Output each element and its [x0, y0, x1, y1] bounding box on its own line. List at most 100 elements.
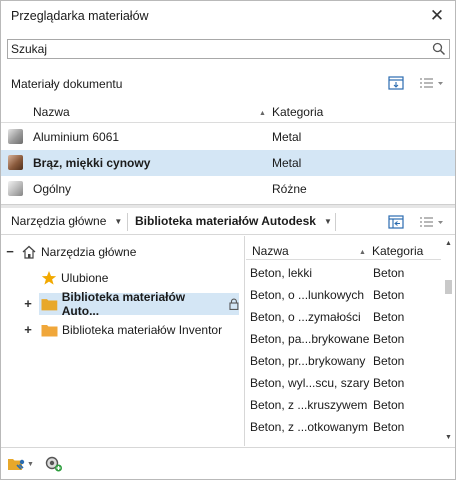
library-tree: − Narzędzia główne Ulubione + Biblioteka…	[1, 236, 245, 446]
column-header-name[interactable]: Nazwa	[252, 244, 289, 258]
manage-library-button[interactable]: ▼	[7, 456, 34, 472]
library-tools	[385, 213, 447, 231]
material-name: Beton, pr...brykowany	[250, 354, 366, 368]
tree-item-label: Biblioteka materiałów Auto...	[61, 290, 186, 318]
tree-item-inventor-library[interactable]: Biblioteka materiałów Inventor	[41, 319, 222, 341]
view-toggle-button[interactable]	[385, 74, 407, 92]
library-list-options-button[interactable]	[417, 213, 447, 231]
toolbar-divider	[127, 213, 128, 231]
window-title: Przeglądarka materiałów	[11, 9, 149, 23]
material-swatch-icon	[8, 155, 23, 170]
library-material-row[interactable]: Beton, z ...kruszywem Beton	[246, 394, 441, 416]
material-category: Beton	[373, 376, 405, 390]
column-header-category[interactable]: ▲ Kategoria	[359, 244, 423, 258]
folder-icon	[41, 299, 58, 311]
column-header-category-label: Kategoria	[271, 105, 324, 119]
library-material-row[interactable]: Beton, o ...lunkowych Beton	[246, 284, 441, 306]
folder-add-icon	[8, 459, 25, 470]
list-options-icon	[420, 217, 443, 227]
library-material-row[interactable]: Beton, z ...otkowanym Beton	[246, 416, 441, 438]
list-options-icon	[420, 78, 443, 88]
document-material-row[interactable]: Aluminium 6061 Metal	[1, 124, 455, 150]
document-material-row[interactable]: Brąz, miękki cynowy Metal	[1, 150, 455, 176]
library-material-row[interactable]: Beton, wyl...scu, szary Beton	[246, 372, 441, 394]
toolbar-divider	[335, 213, 336, 231]
new-material-icon	[45, 456, 62, 472]
close-button[interactable]: ✕	[427, 6, 447, 26]
scroll-down-icon[interactable]: ▼	[442, 432, 455, 444]
library-dropdown[interactable]: Biblioteka materiałów Autodesk ▼	[135, 214, 332, 228]
column-header-category-label: Kategoria	[371, 244, 424, 258]
expand-toggle[interactable]: +	[23, 296, 33, 311]
material-browser-window: Przeglądarka materiałów ✕ Materiały doku…	[0, 0, 456, 480]
material-category: Beton	[373, 310, 405, 324]
library-table-header: Nazwa ▲ Kategoria	[246, 236, 441, 260]
material-name: Beton, o ...lunkowych	[250, 288, 365, 302]
folder-icon	[41, 325, 58, 337]
scroll-up-icon[interactable]: ▲	[442, 238, 455, 250]
material-name: Beton, o ...zymałości	[250, 310, 361, 324]
panel-view-icon	[388, 76, 404, 90]
home-dropdown-label: Narzędzia główne	[11, 214, 107, 228]
home-icon	[22, 245, 36, 259]
expand-toggle[interactable]: +	[23, 322, 33, 337]
column-header-category[interactable]: ▲ Kategoria	[259, 105, 323, 119]
material-category: Metal	[272, 156, 302, 170]
material-name: Ogólny	[33, 182, 72, 196]
library-toolbar: Narzędzia główne ▼ Biblioteka materiałów…	[1, 209, 455, 235]
chevron-down-icon: ▼	[27, 460, 34, 468]
tree-item-autodesk-library[interactable]: Biblioteka materiałów Auto...	[39, 290, 239, 318]
material-category: Beton	[373, 332, 405, 346]
search-input[interactable]	[11, 41, 426, 57]
home-dropdown[interactable]: Narzędzia główne ▼	[11, 214, 122, 228]
material-swatch-icon	[8, 129, 23, 144]
material-category: Beton	[373, 354, 405, 368]
list-options-button[interactable]	[417, 74, 447, 92]
library-material-row[interactable]: Beton, pa...brykowane Beton	[246, 328, 441, 350]
tree-item-label: Narzędzia główne	[41, 245, 137, 259]
panel-view-icon	[388, 215, 404, 229]
material-name: Beton, lekki	[250, 266, 313, 280]
collapse-toggle[interactable]: −	[5, 244, 15, 259]
library-scrollbar[interactable]: ▲ ▼	[442, 236, 455, 446]
document-materials-title: Materiały dokumentu	[11, 77, 123, 91]
search-icon[interactable]	[432, 42, 446, 56]
material-category: Różne	[272, 182, 307, 196]
library-view-button[interactable]	[385, 213, 407, 231]
tree-item-home[interactable]: Narzędzia główne	[21, 241, 136, 263]
material-category: Beton	[373, 420, 405, 434]
library-materials-grid: Nazwa ▲ Kategoria Beton, lekki Beton Beto…	[246, 236, 455, 446]
column-header-name[interactable]: Nazwa	[33, 105, 70, 119]
sort-ascending-icon: ▲	[359, 249, 366, 256]
document-toolbar	[385, 73, 447, 93]
chevron-down-icon: ▼	[114, 216, 123, 226]
material-name: Brąz, miękki cynowy	[33, 156, 151, 170]
library-dropdown-label: Biblioteka materiałów Autodesk	[135, 214, 316, 228]
title-bar: Przeglądarka materiałów ✕	[1, 1, 455, 33]
search-box	[7, 39, 450, 59]
library-material-row[interactable]: Beton, pr...brykowany Beton	[246, 350, 441, 372]
material-name: Beton, z ...kruszywem	[250, 398, 368, 412]
tree-item-label: Biblioteka materiałów Inventor	[62, 323, 223, 337]
star-icon	[41, 271, 57, 285]
create-material-button[interactable]	[45, 456, 63, 472]
sort-ascending-icon: ▲	[259, 110, 266, 117]
material-name: Aluminium 6061	[33, 130, 120, 144]
scrollbar-thumb[interactable]	[445, 280, 452, 294]
material-category: Beton	[373, 398, 405, 412]
lock-icon	[229, 298, 239, 310]
library-material-row[interactable]: Beton, o ...zymałości Beton	[246, 306, 441, 328]
material-name: Beton, z ...otkowanym	[250, 420, 369, 434]
material-category: Beton	[373, 288, 405, 302]
material-name: Beton, pa...brykowane	[250, 332, 370, 346]
bottom-toolbar: ▼	[1, 447, 455, 479]
document-table-header: Nazwa ▲ Kategoria	[1, 101, 455, 123]
library-material-row[interactable]: Beton, lekki Beton	[246, 262, 441, 284]
tree-item-label: Ulubione	[61, 271, 109, 285]
document-material-row[interactable]: Ogólny Różne	[1, 176, 455, 202]
tree-item-favorites[interactable]: Ulubione	[41, 267, 108, 289]
pane-splitter[interactable]	[1, 204, 455, 208]
material-category: Beton	[373, 266, 405, 280]
material-category: Metal	[272, 130, 302, 144]
chevron-down-icon: ▼	[323, 216, 332, 226]
